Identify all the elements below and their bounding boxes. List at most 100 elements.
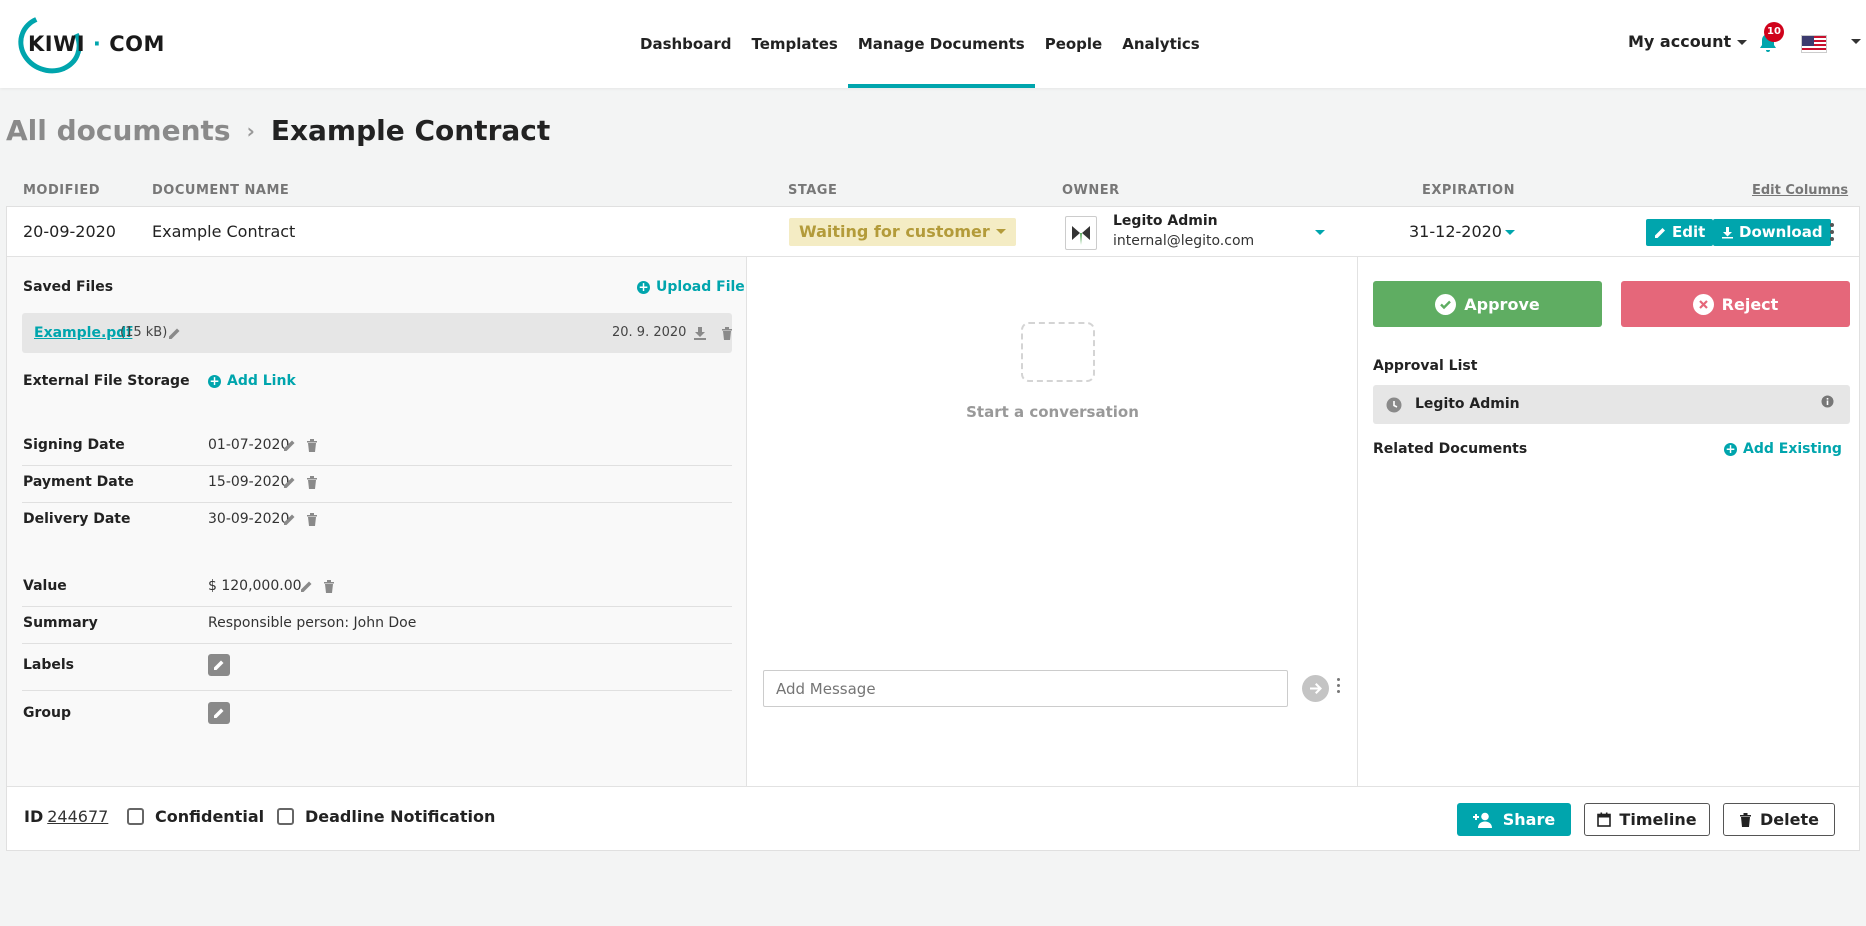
trash-icon[interactable] xyxy=(322,579,336,593)
pencil-icon[interactable] xyxy=(283,438,297,452)
x-circle-icon xyxy=(1692,293,1714,315)
pencil-icon[interactable] xyxy=(283,512,297,526)
divider xyxy=(22,606,732,607)
approve-button[interactable]: Approve xyxy=(1373,281,1602,327)
edit-label: Edit xyxy=(1672,223,1706,241)
trash-icon[interactable] xyxy=(305,475,319,489)
pencil-icon[interactable] xyxy=(283,475,297,489)
arrow-right-icon xyxy=(1310,683,1322,694)
upload-file-button[interactable]: + Upload File xyxy=(637,279,745,295)
kiwi-logo[interactable]: KIWI · COM xyxy=(10,5,164,83)
column-owner[interactable]: OWNER xyxy=(1062,183,1120,198)
value-label: Value xyxy=(23,578,67,594)
document-name[interactable]: Example Contract xyxy=(152,222,295,241)
top-navigation-bar: KIWI · COM Dashboard Templates Manage Do… xyxy=(0,0,1866,88)
approver-name: Legito Admin xyxy=(1415,396,1520,412)
chevron-down-icon xyxy=(995,229,1006,234)
logo-text: KIWI · COM xyxy=(28,32,165,56)
saved-files-label: Saved Files xyxy=(23,279,114,295)
divider xyxy=(22,643,732,644)
modified-date: 20-09-2020 xyxy=(23,222,116,241)
download-icon[interactable] xyxy=(693,326,707,340)
document-footer: ID 244677 Confidential Deadline Notificat… xyxy=(7,786,1859,850)
pencil-icon[interactable] xyxy=(300,579,314,593)
expiration-dropdown[interactable]: 31-12-2020 xyxy=(1409,222,1515,241)
conversation-panel: Start a conversation xyxy=(747,257,1358,786)
column-stage[interactable]: STAGE xyxy=(788,183,837,198)
id-label: ID xyxy=(24,807,44,826)
nav-people[interactable]: People xyxy=(1035,0,1113,88)
chevron-down-icon xyxy=(1504,230,1515,235)
confidential-checkbox[interactable] xyxy=(127,808,144,825)
nav-dashboard[interactable]: Dashboard xyxy=(630,0,741,88)
stage-dropdown[interactable]: Waiting for customer xyxy=(789,218,1016,246)
trash-icon[interactable] xyxy=(720,326,734,340)
id-value[interactable]: 244677 xyxy=(47,807,108,826)
download-label: Download xyxy=(1739,223,1823,241)
download-button[interactable]: Download xyxy=(1713,219,1831,246)
value-amount: $ 120,000.00 xyxy=(208,578,302,594)
trash-icon[interactable] xyxy=(305,512,319,526)
delivery-date-value: 30-09-2020 xyxy=(208,511,290,527)
more-options-icon[interactable] xyxy=(1829,221,1835,243)
edit-button[interactable]: Edit xyxy=(1646,219,1714,246)
plus-circle-icon: + xyxy=(208,373,221,388)
edit-columns-link[interactable]: Edit Columns xyxy=(1752,183,1848,198)
delivery-date-label: Delivery Date xyxy=(23,511,131,527)
approval-panel: Approve Reject Approval List Legito Admi… xyxy=(1358,257,1859,786)
owner-chevron-down-icon[interactable] xyxy=(1315,230,1325,235)
nav-manage-documents[interactable]: Manage Documents xyxy=(847,0,1035,88)
chat-bubble-icon xyxy=(1021,322,1095,382)
nav-templates[interactable]: Templates xyxy=(741,0,847,88)
notification-badge: 10 xyxy=(1764,22,1784,42)
summary-value: Responsible person: John Doe xyxy=(208,615,417,631)
timeline-button[interactable]: Timeline xyxy=(1584,803,1710,836)
pencil-icon xyxy=(214,708,224,718)
column-modified[interactable]: MODIFIED xyxy=(23,183,100,198)
breadcrumb: All documents › Example Contract xyxy=(6,114,550,147)
file-date: 20. 9. 2020 xyxy=(612,325,687,340)
chevron-down-icon xyxy=(1737,40,1748,45)
document-details-panel: Saved Files + Upload File Example.pdf (15… xyxy=(7,257,747,786)
edit-labels-button[interactable] xyxy=(208,654,230,676)
plus-circle-icon: + xyxy=(1724,441,1737,456)
document-card: 20-09-2020 Example Contract Waiting for … xyxy=(6,206,1860,851)
file-size: (15 kB) xyxy=(120,325,168,340)
send-message-button[interactable] xyxy=(1302,675,1329,702)
upload-file-label: Upload File xyxy=(656,279,745,295)
clock-icon xyxy=(1386,397,1402,413)
nav-analytics[interactable]: Analytics xyxy=(1112,0,1209,88)
message-input[interactable] xyxy=(763,670,1288,707)
expiration-date: 31-12-2020 xyxy=(1409,222,1502,241)
add-link-button[interactable]: + Add Link xyxy=(208,373,296,389)
pencil-icon[interactable] xyxy=(168,326,182,340)
divider xyxy=(22,502,732,503)
breadcrumb-all-documents[interactable]: All documents xyxy=(6,114,231,147)
edit-group-button[interactable] xyxy=(208,702,230,724)
message-options-icon[interactable] xyxy=(1335,677,1341,699)
plus-circle-icon: + xyxy=(637,279,650,294)
info-icon[interactable] xyxy=(1821,395,1834,408)
divider xyxy=(22,465,732,466)
column-expiration[interactable]: EXPIRATION xyxy=(1422,183,1515,198)
delete-label: Delete xyxy=(1760,810,1819,829)
related-documents-label: Related Documents xyxy=(1373,441,1528,457)
column-document-name[interactable]: DOCUMENT NAME xyxy=(152,183,289,198)
share-button[interactable]: Share xyxy=(1457,803,1571,836)
main-nav: Dashboard Templates Manage Documents Peo… xyxy=(630,0,1210,88)
file-link[interactable]: Example.pdf xyxy=(34,325,132,341)
confidential-label: Confidential xyxy=(155,807,265,826)
check-circle-icon xyxy=(1435,293,1457,315)
us-flag-icon[interactable] xyxy=(1801,35,1827,53)
trash-icon[interactable] xyxy=(305,438,319,452)
my-account-menu[interactable]: My account xyxy=(1628,32,1748,51)
summary-label: Summary xyxy=(23,615,98,631)
delete-button[interactable]: Delete xyxy=(1723,803,1835,836)
deadline-notification-checkbox[interactable] xyxy=(277,808,294,825)
divider xyxy=(22,690,732,691)
add-existing-button[interactable]: + Add Existing xyxy=(1724,441,1842,457)
reject-button[interactable]: Reject xyxy=(1621,281,1850,327)
language-chevron-down-icon[interactable] xyxy=(1851,39,1861,44)
timeline-label: Timeline xyxy=(1619,810,1697,829)
document-row: 20-09-2020 Example Contract Waiting for … xyxy=(7,207,1859,257)
